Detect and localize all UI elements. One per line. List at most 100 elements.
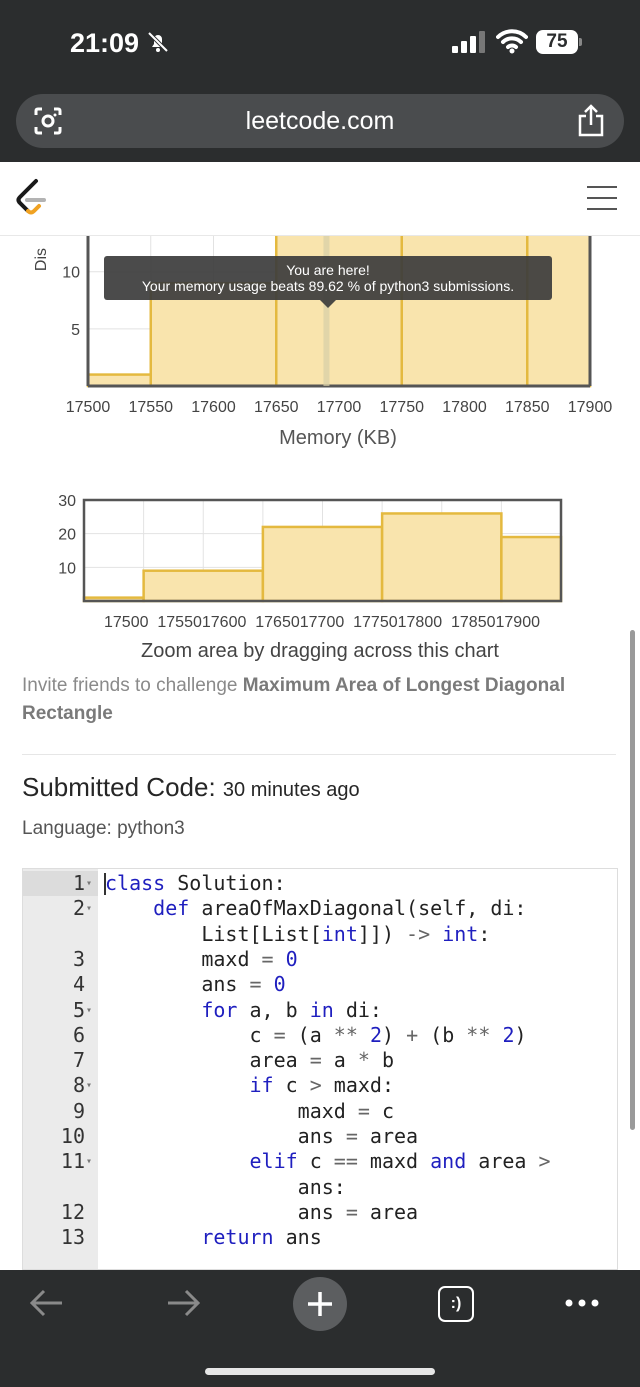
code-token: (a: [285, 1022, 334, 1047]
code-token: ans:: [105, 1174, 346, 1199]
hamburger-menu-icon[interactable]: [586, 184, 618, 212]
x-axis-label: Memory (KB): [279, 427, 397, 449]
invite-text: Invite friends to challenge Maximum Area…: [22, 672, 582, 728]
code-line[interactable]: maxd = c: [105, 1099, 394, 1124]
code-line[interactable]: maxd = 0: [105, 946, 297, 972]
line-number: 12: [60, 1199, 85, 1224]
code-token: 2: [502, 1022, 515, 1047]
code-line[interactable]: def areaOfMaxDiagonal(self, di:: [105, 896, 526, 921]
zoom-y-tick-labels: 30 20 10: [58, 493, 76, 577]
back-arrow-icon[interactable]: [28, 1288, 66, 1318]
fold-toggle-icon[interactable]: ▾: [86, 1149, 96, 1174]
code-line[interactable]: ans = 0: [105, 972, 286, 997]
y-tick-labels: 10 5: [62, 265, 80, 339]
code-token: 0: [273, 972, 286, 997]
code-token: >: [538, 1149, 551, 1174]
code-token: =: [309, 1048, 322, 1073]
leetcode-logo-icon[interactable]: [14, 178, 48, 218]
fold-toggle-icon[interactable]: ▾: [86, 871, 96, 896]
code-line[interactable]: return ans: [105, 1225, 322, 1250]
code-token: return: [201, 1225, 274, 1250]
code-token: ): [381, 1022, 407, 1047]
url-text[interactable]: leetcode.com: [16, 94, 624, 148]
language-label: Language: python3: [22, 818, 185, 839]
zoom-y-tick-label: 20: [58, 527, 76, 544]
line-number: [23, 922, 85, 947]
x-tick-label: 17800: [442, 399, 487, 416]
code-token: in: [309, 997, 334, 1022]
zoom-histogram-bar: [380, 512, 503, 603]
code-token: ): [514, 1022, 527, 1047]
line-number: 5: [72, 997, 85, 1022]
bell-muted-icon: [147, 31, 169, 53]
page-scrollbar[interactable]: [630, 630, 635, 1130]
code-token: for: [201, 997, 238, 1022]
code-token: class: [105, 871, 166, 895]
browser-toolbar: :): [0, 1270, 640, 1387]
code-token: c: [297, 1149, 334, 1174]
code-token: List[List[: [105, 921, 322, 946]
line-number: 4: [72, 972, 85, 997]
tab-switcher-button[interactable]: :): [438, 1286, 474, 1322]
code-token: :: [478, 921, 491, 946]
code-token: c: [369, 1098, 395, 1123]
code-token: ans: [273, 1225, 322, 1250]
fold-toggle-icon[interactable]: ▾: [86, 1073, 96, 1098]
section-divider: [22, 754, 616, 755]
code-token: area: [105, 1048, 310, 1073]
submitted-time: 30 minutes ago: [222, 779, 360, 801]
fold-toggle-icon[interactable]: ▾: [86, 998, 96, 1023]
code-line[interactable]: class Solution:: [105, 871, 286, 896]
x-tick-label: 17900: [568, 399, 613, 416]
tooltip-text: Your memory usage beats 89.62 % of pytho…: [141, 278, 515, 294]
code-token: +: [406, 1022, 419, 1047]
battery-icon: 75: [536, 30, 582, 54]
code-line[interactable]: c = (a ** 2) + (b ** 2): [105, 1022, 527, 1048]
code-token: ans: [105, 972, 250, 997]
fold-toggle-icon[interactable]: ▾: [86, 896, 96, 921]
code-line[interactable]: if c > maxd:: [105, 1073, 395, 1098]
submitted-label: Submitted Code:: [22, 772, 216, 802]
histogram-bar: [86, 373, 152, 388]
status-time: 21:09: [70, 28, 140, 58]
code-token: =: [261, 946, 274, 971]
share-icon[interactable]: [576, 104, 606, 138]
code-token: =: [345, 1199, 358, 1224]
code-line[interactable]: List[List[int]]) -> int:: [105, 922, 490, 947]
code-token: a, b: [237, 997, 310, 1022]
code-line[interactable]: area = a * b: [105, 1048, 394, 1073]
code-editor[interactable]: 1 ▾ 2 ▾ 3 4 5 ▾ 6 7 8 ▾ 9 10 11 ▾ 12 13 class Solution: d…: [22, 868, 618, 1270]
code-token: elif: [249, 1149, 298, 1174]
line-number: 13: [60, 1225, 85, 1250]
code-token: >: [309, 1073, 322, 1098]
code-line[interactable]: for a, b in di:: [105, 998, 382, 1023]
code-line[interactable]: ans:: [105, 1175, 346, 1200]
zoom-overview-chart[interactable]: 30 20 10 17500 1755017600 1765017700 17750…: [0, 490, 640, 640]
x-tick-label: 17600: [191, 399, 236, 416]
code-line[interactable]: ans = area: [105, 1200, 418, 1225]
forward-arrow-icon[interactable]: [164, 1288, 202, 1318]
line-number: 11: [60, 1149, 85, 1174]
code-line[interactable]: elif c == maxd and area >: [105, 1149, 551, 1174]
code-token: b: [369, 1048, 395, 1073]
code-token: and: [430, 1149, 467, 1174]
code-line[interactable]: ans = area: [105, 1124, 418, 1149]
code-token: areaOfMaxDiagonal(self, di:: [189, 896, 527, 921]
code-token: ans: [105, 1199, 346, 1224]
code-token: 2: [369, 1022, 382, 1047]
y-tick-label: 10: [62, 265, 80, 282]
y-axis-label-clipped: Dis: [33, 248, 50, 271]
line-number: 6: [72, 1022, 85, 1047]
new-tab-plus-icon[interactable]: [292, 1276, 348, 1332]
code-token: ]]): [357, 921, 407, 946]
address-bar[interactable]: leetcode.com: [16, 94, 624, 148]
code-token: =: [345, 1124, 358, 1148]
more-options-icon[interactable]: [564, 1298, 600, 1308]
line-number: 2: [72, 896, 85, 921]
home-indicator[interactable]: [205, 1368, 435, 1375]
code-token: if: [249, 1073, 274, 1098]
